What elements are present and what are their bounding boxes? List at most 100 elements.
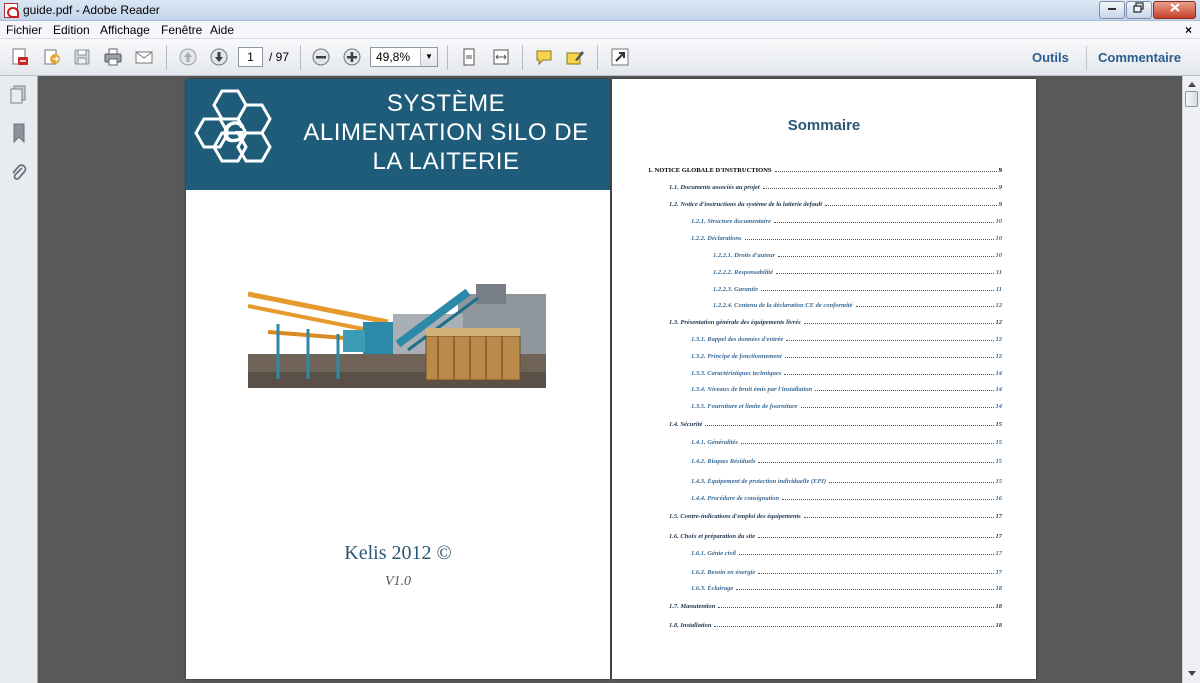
cover-title-line: ALIMENTATION SILO DE — [303, 119, 589, 146]
toc-entry[interactable]: 1.2. Notice d'instructions du système de… — [669, 197, 1002, 208]
toc-entry[interactable]: 1.6.1. Génie civil 17 — [691, 546, 1002, 557]
toc-dots — [774, 222, 994, 223]
toc-dots — [803, 323, 994, 324]
tools-link[interactable]: Outils — [1032, 50, 1069, 65]
toc-entry[interactable]: 1.3.1. Rappel des données d'entrée 12 — [691, 332, 1002, 343]
zoom-select[interactable]: 49,8% ▼ — [370, 47, 438, 67]
toc-entry-page: 12 — [995, 319, 1003, 326]
attachments-panel-button[interactable] — [8, 162, 30, 184]
highlight-button[interactable] — [563, 46, 587, 68]
toc-dots — [776, 273, 994, 274]
chevron-down-icon[interactable]: ▼ — [420, 48, 437, 66]
zoom-out-button[interactable] — [309, 46, 333, 68]
highlight-icon — [566, 51, 584, 65]
toc-entry[interactable]: 1.3. Présentation générale des équipemen… — [669, 315, 1002, 326]
toc-entry-page: 17 — [995, 550, 1003, 557]
attachments-icon — [12, 164, 27, 180]
print-button[interactable] — [101, 46, 125, 68]
toc-entry-page: 10 — [995, 235, 1003, 242]
toc-entry-page: 18 — [995, 585, 1003, 592]
email-button[interactable] — [132, 46, 156, 68]
toc-dots — [786, 340, 994, 341]
toc-entry[interactable]: 1.2.2. Déclarations 10 — [691, 231, 1002, 242]
toc-entry[interactable]: 1.4.3. Équipement de protection individu… — [691, 474, 1002, 485]
toc-entry-text: 1.6.3. Éclairage — [691, 585, 734, 592]
fit-page-icon — [463, 48, 475, 66]
save-button[interactable] — [70, 46, 94, 68]
toolbar-separator — [522, 45, 523, 70]
create-pdf-button[interactable] — [8, 46, 32, 68]
toc-entry[interactable]: 1.3.3. Caractéristiques techniques 14 — [691, 366, 1002, 377]
toc-entry[interactable]: 1.4. Sécurité 15 — [669, 417, 1002, 428]
pages-icon — [10, 85, 26, 104]
toc-dots — [784, 357, 994, 358]
fit-width-button[interactable] — [489, 46, 513, 68]
toc-entry[interactable]: 1.4.4. Procédure de consignation 16 — [691, 491, 1002, 502]
bookmarks-icon — [13, 123, 25, 144]
menu-fenetre[interactable]: Fenêtre — [161, 23, 202, 37]
toc-entry[interactable]: 1.6. Choix et préparation du site 17 — [669, 529, 1002, 540]
toc-dots — [800, 407, 994, 408]
prev-page-button[interactable] — [176, 46, 200, 68]
pages-panel-button[interactable] — [8, 84, 30, 106]
toc-entry[interactable]: 1.2.2.1. Droits d'auteur 10 — [713, 248, 1002, 259]
scroll-down-button[interactable] — [1183, 666, 1200, 683]
toc-entry[interactable]: 1.5. Contre-indications d'emploi des équ… — [669, 509, 1002, 520]
toc-dots — [778, 256, 994, 257]
toc-entry-page: 15 — [995, 478, 1003, 485]
share-button[interactable] — [40, 46, 64, 68]
toc-entry-text: 1.4.2. Risques Résiduels — [691, 458, 756, 465]
toc-entry[interactable]: 1.3.5. Fourniture et limite de fournitur… — [691, 399, 1002, 410]
toc-entry-text: 1.2.2. Déclarations — [691, 235, 742, 242]
toc-entry[interactable]: 1.3.4. Niveaux de bruit émis par l'insta… — [691, 382, 1002, 393]
toc-entry[interactable]: 1.4.1. Généralités 15 — [691, 435, 1002, 446]
toc-entry[interactable]: 1.2.2.2. Responsabilité 11 — [713, 265, 1002, 276]
vertical-scrollbar[interactable] — [1182, 76, 1200, 683]
toc-entry-page: 12 — [995, 353, 1003, 360]
toc-entry[interactable]: 1.4.2. Risques Résiduels 15 — [691, 454, 1002, 465]
restore-button[interactable] — [1126, 1, 1152, 19]
toc-entry[interactable]: 1. NOTICE GLOBALE D'INSTRUCTIONS 9 — [648, 163, 1002, 174]
comment-button[interactable] — [532, 46, 556, 68]
toc-entry[interactable]: 1.2.2.4. Contenu de la déclaration CE de… — [713, 298, 1002, 309]
minimize-button[interactable] — [1099, 1, 1125, 19]
toc-dots — [736, 589, 994, 590]
toc-entry[interactable]: 1.6.3. Éclairage 18 — [691, 581, 1002, 592]
toc-entry[interactable]: 1.2.2.3. Garantie 11 — [713, 282, 1002, 293]
menu-aide[interactable]: Aide — [210, 23, 234, 37]
page-number-input[interactable]: 1 — [238, 47, 263, 67]
toc-entry-text: 1.3.2. Principe de fonctionnement — [691, 353, 782, 360]
comment-link[interactable]: Commentaire — [1098, 50, 1181, 65]
close-button[interactable] — [1153, 1, 1196, 19]
bookmarks-panel-button[interactable] — [8, 122, 30, 144]
next-page-button[interactable] — [207, 46, 231, 68]
toc-entry[interactable]: 1.2.1. Structure documentaire 10 — [691, 214, 1002, 225]
toc-entry-text: 1.6. Choix et préparation du site — [669, 533, 756, 540]
toc-dots — [782, 499, 994, 500]
scrollbar-thumb[interactable] — [1185, 91, 1198, 107]
toc-entry[interactable]: 1.6.2. Besoin en énergie 17 — [691, 565, 1002, 576]
navigation-panel — [0, 76, 38, 683]
document-view[interactable]: G SYSTÈME ALIMENTATION SILO DE LA LAITER… — [38, 76, 1182, 683]
fit-width-icon — [493, 49, 509, 65]
toc-dots — [760, 290, 994, 291]
toc-entry[interactable]: 1.3.2. Principe de fonctionnement 12 — [691, 349, 1002, 360]
minimize-icon — [1108, 8, 1116, 10]
cover-title: SYSTÈME ALIMENTATION SILO DE LA LAITERIE — [282, 89, 610, 176]
toc-entry[interactable]: 1.8. Installation 18 — [669, 618, 1002, 629]
fit-page-button[interactable] — [457, 46, 481, 68]
adobe-reader-icon — [4, 3, 19, 18]
menu-fichier[interactable]: Fichier — [6, 23, 42, 37]
toc-entry-page: 14 — [995, 370, 1003, 377]
zoom-in-button[interactable] — [340, 46, 364, 68]
menu-affichage[interactable]: Affichage — [100, 23, 150, 37]
document-close-button[interactable]: × — [1185, 23, 1192, 37]
toc-entry-text: 1.1. Documents associés au projet — [669, 184, 760, 191]
menu-edition[interactable]: Edition — [53, 23, 90, 37]
close-icon — [1169, 3, 1180, 12]
toc-entry-page: 12 — [995, 336, 1003, 343]
toc-entry-page: 15 — [995, 421, 1003, 428]
toc-entry[interactable]: 1.1. Documents associés au projet 9 — [669, 180, 1002, 191]
toc-entry[interactable]: 1.7. Manutention 18 — [669, 599, 1002, 610]
fullscreen-button[interactable] — [608, 46, 632, 68]
